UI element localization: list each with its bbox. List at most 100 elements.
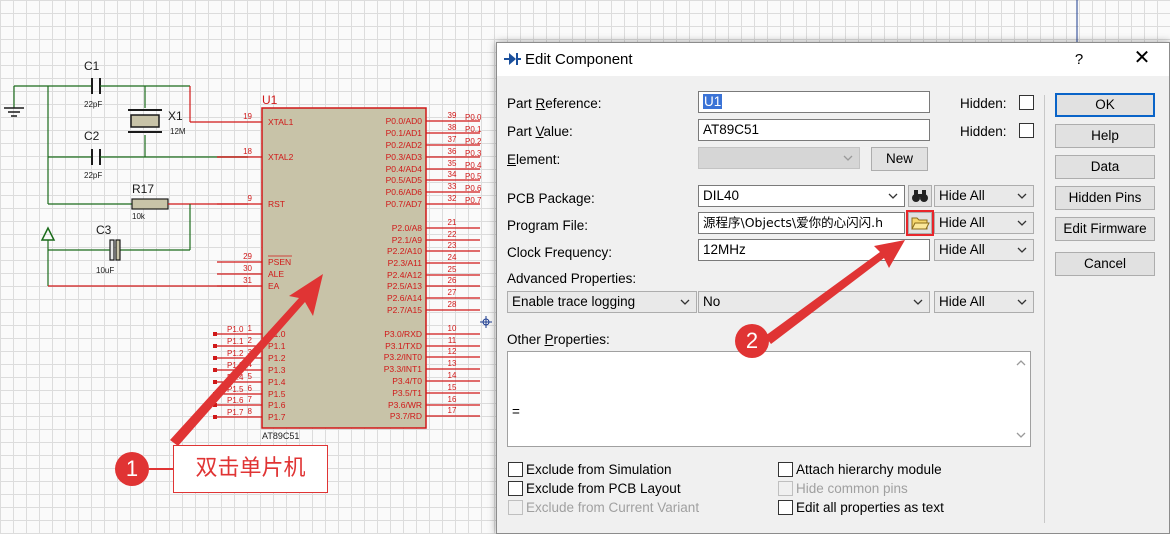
data-button[interactable]: Data — [1055, 155, 1155, 179]
pin-number: 5 — [248, 372, 253, 381]
x1-value: 12M — [170, 127, 186, 136]
pin-number: 39 — [448, 111, 457, 120]
pin-name: P3.4/T0 — [392, 376, 422, 386]
pin-name: P0.6/AD6 — [386, 187, 423, 197]
pcb-package-label: PCB Package: — [507, 191, 595, 206]
pin-dot — [213, 392, 217, 396]
ok-button[interactable]: OK — [1055, 93, 1155, 117]
pin-name: P3.2/INT0 — [384, 352, 423, 362]
chevron-down-icon — [1017, 220, 1027, 226]
pin-number: 10 — [448, 324, 457, 333]
part-reference-input[interactable]: U1 — [698, 91, 930, 113]
help-button[interactable]: Help — [1055, 124, 1155, 148]
pin-name: P1.7 — [268, 412, 286, 422]
c2-value: 22pF — [84, 171, 102, 180]
part-value-hidden-checkbox[interactable] — [1019, 123, 1034, 138]
cancel-button[interactable]: Cancel — [1055, 252, 1155, 276]
c2-label: C2 — [84, 129, 100, 143]
package-browse-button[interactable] — [908, 185, 932, 207]
net-label: P1.6 — [227, 396, 244, 405]
pin-name: P3.5/T1 — [392, 388, 422, 398]
pin-number: 36 — [448, 147, 457, 156]
clock-frequency-input[interactable]: 12MHz — [698, 239, 930, 261]
pin-number: 8 — [248, 407, 253, 416]
other-properties-textarea[interactable]: = — [507, 351, 1031, 447]
pin-name: P0.2/AD2 — [386, 140, 423, 150]
pin-number: 1 — [248, 324, 253, 333]
c1-label: C1 — [84, 59, 100, 73]
help-icon[interactable]: ? — [1065, 43, 1093, 76]
part-value-input[interactable]: AT89C51 — [698, 119, 930, 141]
program-file-highlight — [906, 210, 934, 236]
pin-number: 19 — [243, 112, 252, 121]
hide-common-pins-checkbox[interactable] — [778, 481, 793, 496]
other-properties-content: = — [512, 404, 520, 419]
part-reference-hidden-checkbox[interactable] — [1019, 95, 1034, 110]
chevron-down-icon — [680, 299, 690, 305]
edit-firmware-button[interactable]: Edit Firmware — [1055, 217, 1155, 241]
pin-name: XTAL2 — [268, 152, 294, 162]
scroll-down-icon[interactable] — [1014, 428, 1028, 442]
advanced-properties-label: Advanced Properties: — [507, 271, 637, 286]
pin-number: 23 — [448, 241, 457, 250]
pin-dot — [213, 344, 217, 348]
chip-reference: U1 — [262, 93, 278, 107]
part-reference-label: Part Reference: — [507, 96, 602, 111]
pin-name: P1.6 — [268, 400, 286, 410]
program-file-input[interactable]: 源程序\Objects\爱你的心闪闪.h — [698, 212, 905, 234]
edit-as-text-checkbox[interactable] — [778, 500, 793, 515]
pin-name: ALE — [268, 269, 284, 279]
pin-number: 18 — [243, 147, 252, 156]
chevron-down-icon — [1017, 247, 1027, 253]
pin-name: P0.0/AD0 — [386, 116, 423, 126]
pin-name: P0.1/AD1 — [386, 128, 423, 138]
pin-name: EA — [268, 281, 280, 291]
advanced-value-select[interactable]: No — [698, 291, 930, 313]
pin-number: 33 — [448, 182, 457, 191]
c3-label: C3 — [96, 223, 112, 237]
pin-number: 2 — [248, 336, 253, 345]
clock-frequency-visibility-select[interactable]: Hide All — [934, 239, 1034, 261]
pin-number: 3 — [248, 348, 253, 357]
pin-name: P0.3/AD3 — [386, 152, 423, 162]
pcb-package-visibility-select[interactable]: Hide All — [934, 185, 1034, 207]
component-icon — [504, 53, 521, 65]
exclude-variant-checkbox[interactable] — [508, 500, 523, 515]
pin-number: 11 — [448, 336, 457, 345]
program-file-visibility-select[interactable]: Hide All — [934, 212, 1034, 234]
net-label: P1.3 — [227, 361, 244, 370]
r17-value: 10k — [132, 212, 146, 221]
pin-name: P2.2/A10 — [387, 246, 422, 256]
pin-name: P2.5/A13 — [387, 281, 422, 291]
scroll-up-icon[interactable] — [1014, 356, 1028, 370]
exclude-simulation-checkbox[interactable] — [508, 462, 523, 477]
pin-number: 38 — [448, 123, 457, 132]
net-label: P0.7 — [465, 196, 482, 205]
dialog-titlebar[interactable]: Edit Component ? ✕ — [497, 43, 1169, 76]
close-icon[interactable]: ✕ — [1117, 43, 1167, 76]
part-reference-hidden-label: Hidden: — [960, 96, 1007, 111]
chevron-down-icon — [1017, 299, 1027, 305]
hidden-pins-button[interactable]: Hidden Pins — [1055, 186, 1155, 210]
pin-name: P2.3/A11 — [388, 258, 423, 268]
crystal-body — [130, 114, 160, 128]
advanced-property-select[interactable]: Enable trace logging — [507, 291, 697, 313]
step-2-badge: 2 — [735, 324, 769, 358]
pin-name: P3.7/RD — [390, 411, 422, 421]
chevron-down-icon — [913, 299, 923, 305]
advanced-visibility-select[interactable]: Hide All — [934, 291, 1034, 313]
exclude-pcb-checkbox[interactable] — [508, 481, 523, 496]
pin-number: 30 — [243, 264, 252, 273]
pcb-package-select[interactable]: DIL40 — [698, 185, 905, 207]
element-select[interactable] — [698, 147, 860, 169]
new-element-button[interactable]: New — [871, 147, 928, 171]
pin-number: 31 — [243, 276, 252, 285]
attach-hierarchy-checkbox[interactable] — [778, 462, 793, 477]
pin-dot — [213, 356, 217, 360]
pin-number: 22 — [448, 230, 457, 239]
step-1-label: 双击单片机 — [173, 445, 328, 493]
pin-number: 29 — [243, 252, 252, 261]
pin-name: P2.7/A15 — [387, 305, 422, 315]
net-label: P0.0 — [465, 113, 482, 122]
net-label: P0.6 — [465, 184, 482, 193]
